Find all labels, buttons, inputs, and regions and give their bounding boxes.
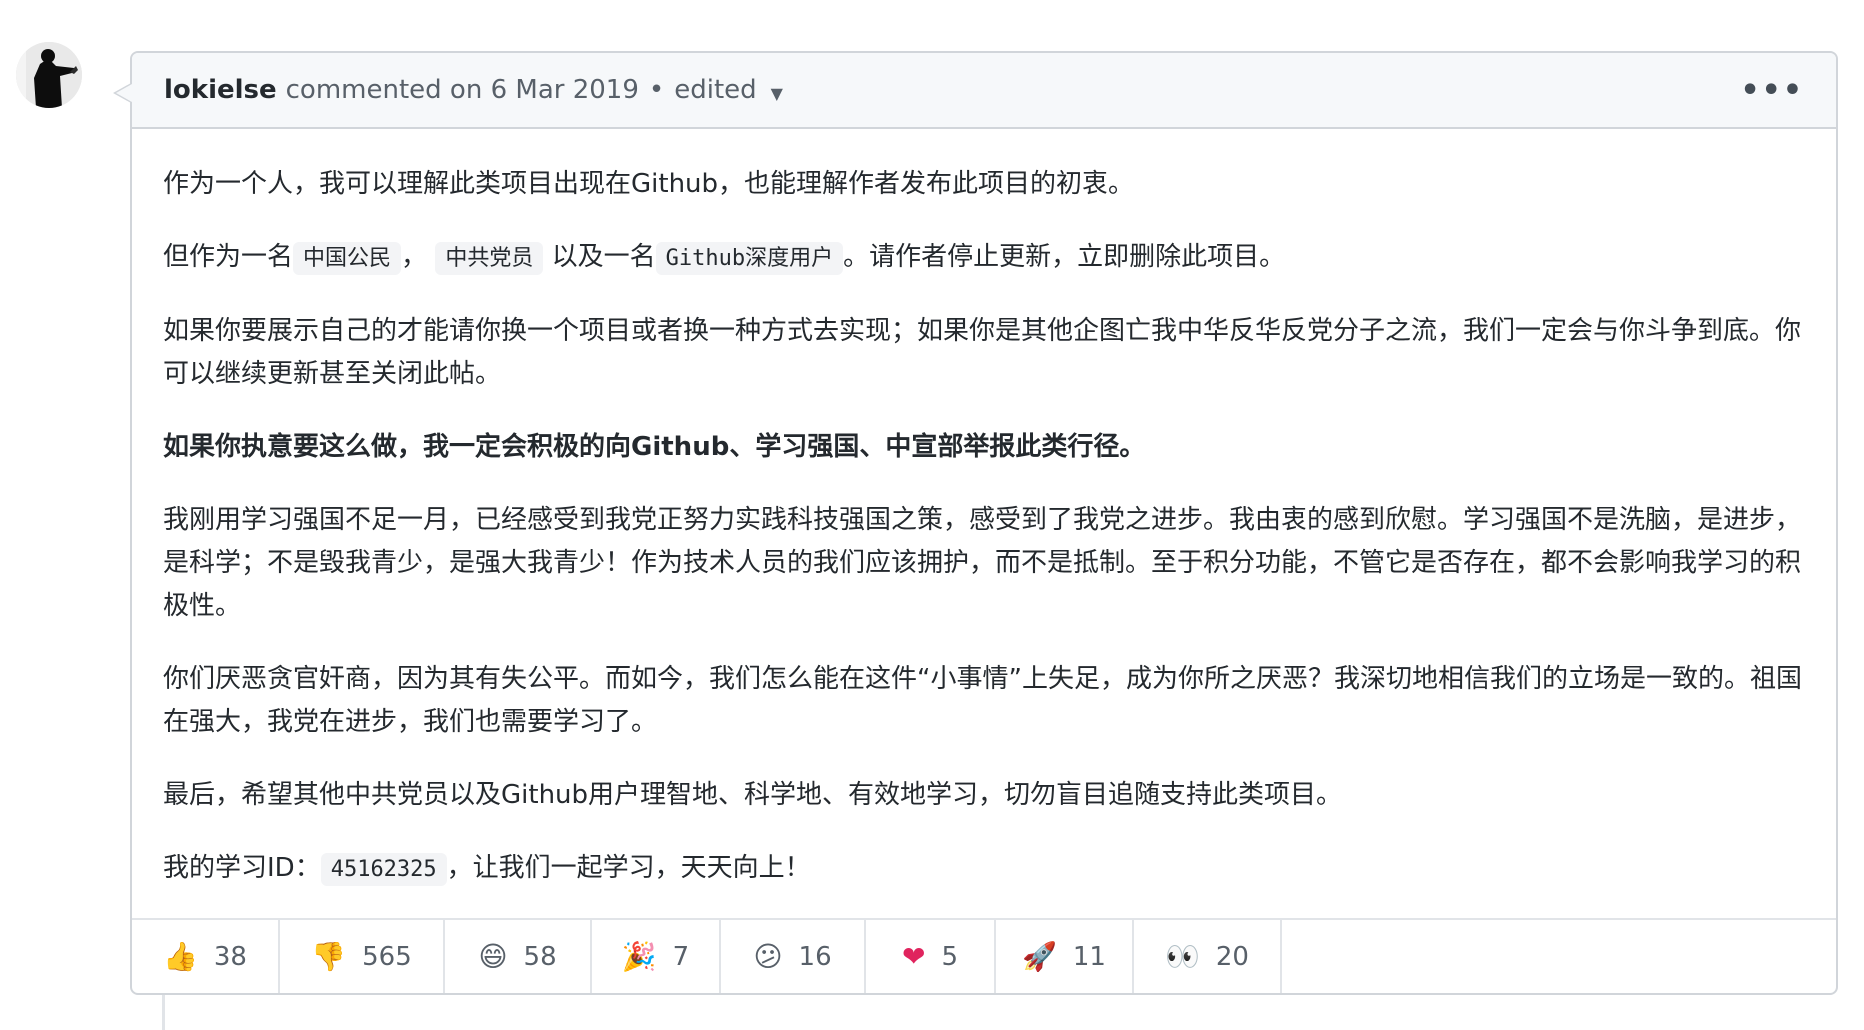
reaction-count: 565 [362,941,412,972]
text-run: 。请作者停止更新，立即删除此项目。 [843,242,1286,272]
reaction-hooray[interactable]: 🎉 7 [592,920,721,993]
text-run: 但作为一名 [163,242,294,272]
inline-code: Github深度用户 [655,242,844,275]
paragraph-3: 如果你要展示自己的才能请你换一个项目或者换一种方式去实现；如果你是其他企图亡我中… [163,316,1802,389]
inline-code: 中共党员 [435,242,544,275]
inline-code: 45162325 [320,853,447,886]
comment-body: 作为一个人，我可以理解此类项目出现在Github，也能理解作者发布此项目的初衷。… [132,129,1836,891]
reaction-thumbs-down[interactable]: 👎 565 [280,920,445,993]
reaction-count: 16 [798,941,832,972]
author-link[interactable]: lokielse [164,75,277,105]
rocket-icon: 🚀 [1022,940,1057,973]
text-run: ， [401,242,428,272]
paragraph-6: 你们厌恶贪官奸商，因为其有失公平。而如今，我们怎么能在这件“小事情”上失足，成为… [163,664,1802,737]
reaction-count: 5 [941,941,958,972]
heart-icon: ❤ [901,940,926,973]
thumbs-down-icon: 👎 [311,940,347,973]
paragraph-4-bold: 如果你执意要这么做，我一定会积极的向Github、学习强国、中宣部举报此类行径。 [163,432,1146,462]
thumbs-up-icon: 👍 [163,940,198,973]
reaction-thumbs-up[interactable]: 👍 38 [132,920,280,993]
text-run: 以及一名 [551,242,656,272]
reaction-laugh[interactable]: 😄 58 [445,920,592,993]
reaction-heart[interactable]: ❤ 5 [866,920,996,993]
reaction-count: 20 [1215,941,1249,972]
laugh-icon: 😄 [478,940,508,973]
avatar[interactable] [16,42,82,108]
header-separator: • [648,75,665,105]
text-run: ，让我们一起学习，天天向上！ [446,853,811,883]
paragraph-5: 我刚用学习强国不足一月，已经感受到我党正努力实践科技强国之策，感受到了我党之进步… [163,505,1802,621]
hooray-icon: 🎉 [621,940,657,973]
text-run: 我的学习ID： [163,853,321,883]
comment-box: lokielse commented on 6 Mar 2019 • edite… [113,51,1838,995]
reaction-count: 38 [213,941,247,972]
reaction-eyes[interactable]: 👀 20 [1134,920,1282,993]
comment-caret [113,83,132,103]
paragraph-7: 最后，希望其他中共党员以及Github用户理智地、科学地、有效地学习，切勿盲目追… [163,780,1343,810]
paragraph-2: 但作为一名 中国公民， 中共党员 以及一名 Github深度用户 。请作者停止更新，立… [163,236,1806,280]
reaction-count: 7 [672,941,690,972]
comment-header: lokielse commented on 6 Mar 2019 • edite… [132,53,1836,129]
confused-icon: 😕 [753,940,783,973]
reaction-count: 11 [1072,941,1106,972]
inline-code: 中国公民 [293,242,402,275]
comment-timestamp[interactable]: commented on 6 Mar 2019 [286,75,639,105]
eyes-icon: 👀 [1165,940,1200,973]
reaction-confused[interactable]: 😕 16 [721,920,866,993]
paragraph-8: 我的学习ID： 45162325 ，让我们一起学习，天天向上！ [163,847,1806,891]
timeline-connector [162,990,165,1030]
reaction-rocket[interactable]: 🚀 11 [996,920,1134,993]
chevron-down-icon[interactable]: ▼ [771,84,783,103]
paragraph-1: 作为一个人，我可以理解此类项目出现在Github，也能理解作者发布此项目的初衷。 [163,169,1135,199]
reaction-count: 58 [523,941,557,972]
reactions-bar: 👍 38 👎 565 😄 58 🎉 7 😕 16 ❤ 5 🚀 11 👀 20 [132,918,1836,993]
edited-label[interactable]: edited [674,75,756,105]
more-options-icon[interactable]: ••• [1740,73,1804,108]
